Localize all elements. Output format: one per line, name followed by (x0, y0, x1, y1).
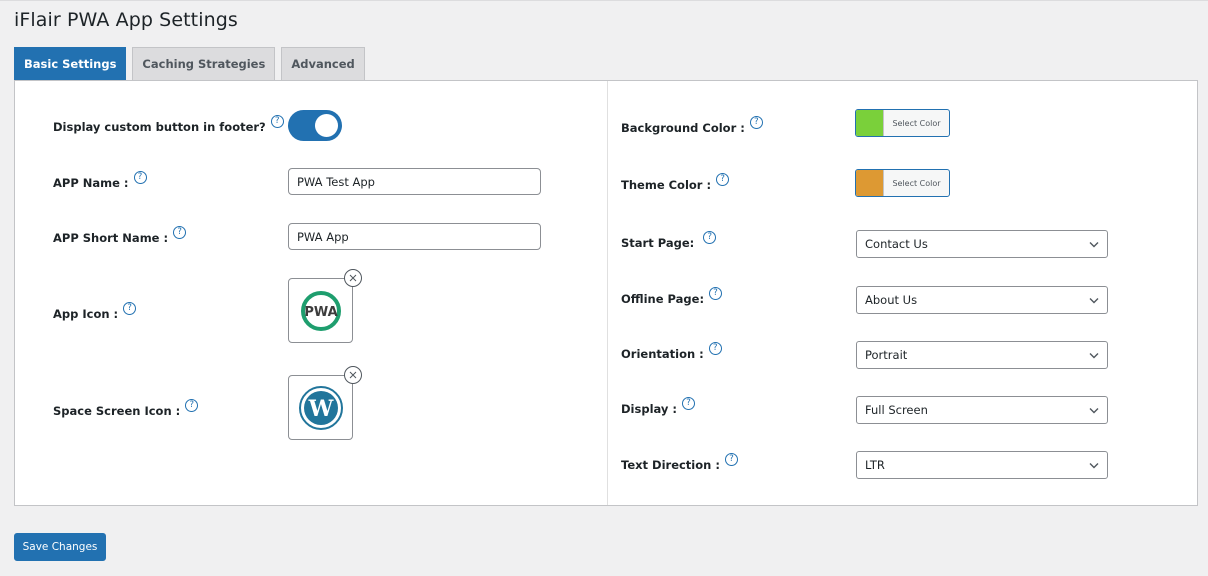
theme-color-button-text: Select Color (892, 178, 941, 188)
start-page-value: Contact Us (865, 237, 928, 251)
chevron-down-icon (1089, 297, 1099, 303)
app-name-label-text: APP Name : (53, 176, 129, 190)
display-label-text: Display : (621, 402, 678, 416)
svg-text:PWA: PWA (304, 305, 337, 320)
app-name-input[interactable] (288, 168, 541, 195)
orientation-label: Orientation : ? (621, 342, 722, 361)
app-short-name-label-text: APP Short Name : (53, 231, 169, 245)
app-short-name-input[interactable] (288, 223, 541, 250)
remove-splash-icon-button[interactable] (344, 366, 362, 384)
help-icon[interactable]: ? (123, 302, 137, 315)
offline-page-label: Offline Page: ? (621, 287, 723, 306)
help-icon[interactable]: ? (703, 231, 717, 244)
display-value: Full Screen (865, 403, 928, 417)
splash-icon-label: Space Screen Icon : ? (53, 399, 199, 418)
tab-caching-strategies[interactable]: Caching Strategies (132, 47, 276, 80)
background-color-picker[interactable]: Select Color (855, 109, 950, 137)
orientation-select[interactable]: Portrait (856, 341, 1108, 369)
settings-tabs: Basic Settings Caching Strategies Advanc… (14, 47, 365, 80)
help-icon[interactable]: ? (133, 171, 147, 184)
chevron-down-icon (1089, 352, 1099, 358)
text-direction-select[interactable]: LTR (856, 451, 1108, 479)
display-label: Display : ? (621, 397, 696, 416)
help-icon[interactable]: ? (749, 116, 763, 129)
theme-color-swatch (856, 170, 884, 196)
offline-page-select[interactable]: About Us (856, 286, 1108, 314)
footer-button-label-text: Display custom button in footer? (53, 120, 266, 134)
help-icon[interactable]: ? (173, 226, 187, 239)
help-icon[interactable]: ? (708, 342, 722, 355)
footer-button-label: Display custom button in footer? ? (53, 115, 284, 134)
toggle-knob (315, 114, 338, 137)
background-color-swatch (856, 110, 884, 136)
help-icon[interactable]: ? (270, 115, 284, 128)
tab-advanced[interactable]: Advanced (281, 47, 365, 80)
app-name-label: APP Name : ? (53, 171, 147, 190)
theme-color-label-text: Theme Color : (621, 178, 712, 192)
text-direction-value: LTR (865, 458, 885, 472)
offline-page-value: About Us (865, 293, 918, 307)
help-icon[interactable]: ? (185, 399, 199, 412)
background-color-label: Background Color : ? (621, 116, 763, 135)
text-direction-label: Text Direction : ? (621, 453, 738, 472)
help-icon[interactable]: ? (682, 397, 696, 410)
help-icon[interactable]: ? (724, 453, 738, 466)
splash-icon-preview[interactable]: W (288, 366, 362, 440)
background-color-button-text: Select Color (892, 118, 941, 128)
settings-panel: Display custom button in footer? ? APP N… (14, 80, 1198, 506)
theme-color-label: Theme Color : ? (621, 173, 730, 192)
start-page-label: Start Page: ? (621, 231, 717, 250)
help-icon[interactable]: ? (716, 173, 730, 186)
start-page-select[interactable]: Contact Us (856, 230, 1108, 258)
start-page-label-text: Start Page: (621, 236, 695, 250)
app-icon-label-text: App Icon : (53, 307, 119, 321)
tab-basic-settings[interactable]: Basic Settings (14, 47, 127, 80)
save-changes-button[interactable]: Save Changes (14, 533, 106, 561)
page-title: iFlair PWA App Settings (14, 9, 238, 31)
app-short-name-label: APP Short Name : ? (53, 226, 187, 245)
wordpress-logo-icon: W (298, 385, 343, 430)
chevron-down-icon (1089, 241, 1099, 247)
app-icon-label: App Icon : ? (53, 302, 137, 321)
theme-color-picker[interactable]: Select Color (855, 169, 950, 197)
chevron-down-icon (1089, 407, 1099, 413)
background-color-label-text: Background Color : (621, 121, 745, 135)
help-icon[interactable]: ? (709, 287, 723, 300)
column-divider (607, 81, 608, 505)
app-icon-preview[interactable]: PWA (288, 269, 362, 343)
splash-icon-label-text: Space Screen Icon : (53, 404, 181, 418)
text-direction-label-text: Text Direction : (621, 458, 720, 472)
remove-app-icon-button[interactable] (344, 269, 362, 287)
close-icon (349, 274, 357, 282)
footer-button-toggle[interactable] (288, 110, 342, 141)
display-select[interactable]: Full Screen (856, 396, 1108, 424)
svg-text:W: W (307, 396, 333, 422)
chevron-down-icon (1089, 462, 1099, 468)
orientation-value: Portrait (865, 348, 908, 362)
pwa-logo-icon: PWA (300, 290, 341, 331)
orientation-label-text: Orientation : (621, 347, 704, 361)
close-icon (349, 371, 357, 379)
offline-page-label-text: Offline Page: (621, 292, 705, 306)
